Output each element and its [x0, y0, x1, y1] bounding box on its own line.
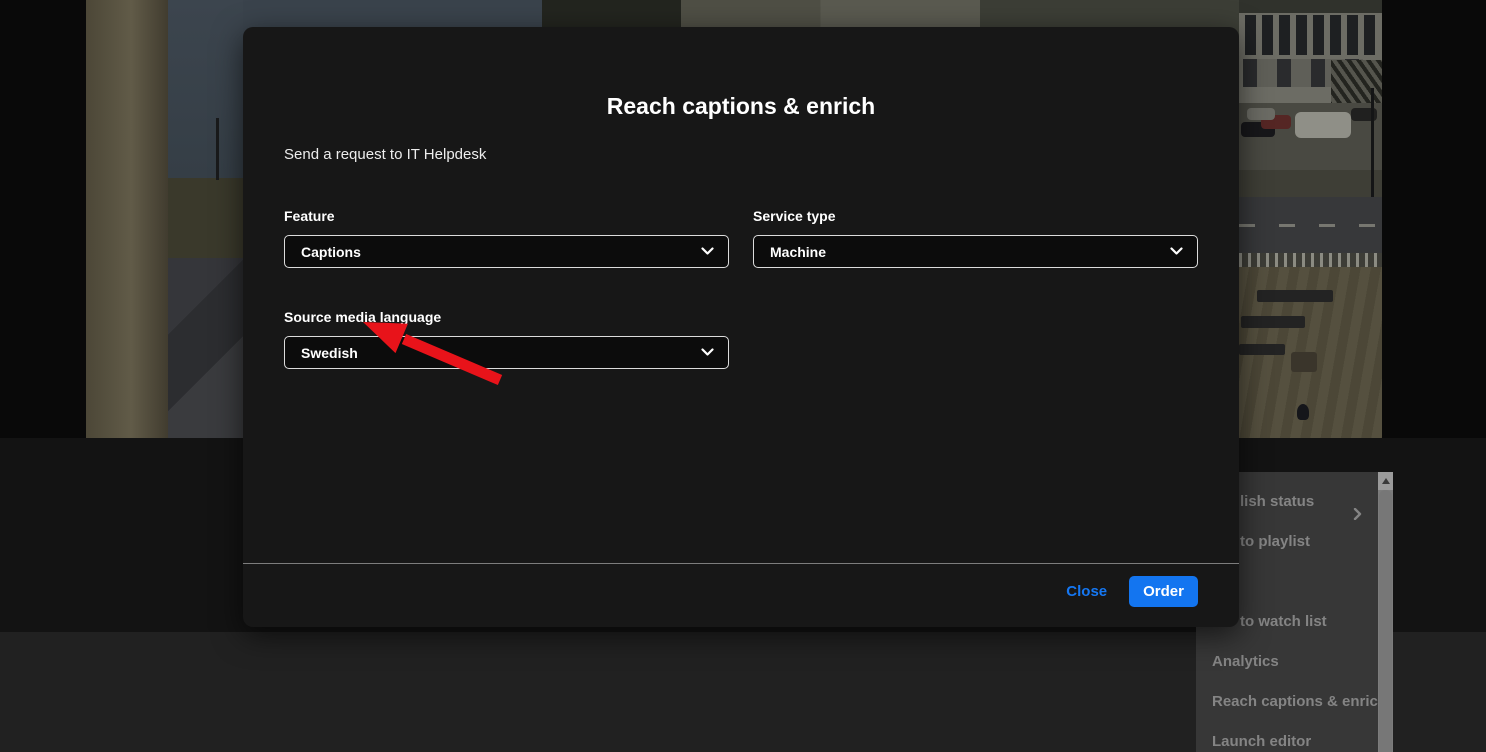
menu-scrollbar[interactable]: [1378, 472, 1393, 752]
fence: [1239, 253, 1382, 267]
campus-view: [1239, 0, 1382, 438]
modal-subtitle: Send a request to IT Helpdesk: [284, 146, 486, 163]
lake-water: [168, 0, 243, 178]
menu-item-analytics[interactable]: Analytics: [1196, 642, 1378, 682]
triangle-up-icon[interactable]: [1378, 472, 1393, 490]
screen: Clip of 2020020 By Jenny Madsen • Octobe…: [0, 0, 1486, 752]
reach-captions-modal: Reach captions & enrich Send a request t…: [243, 27, 1239, 627]
source-language-select[interactable]: Swedish: [284, 336, 729, 369]
feature-label: Feature: [284, 208, 729, 224]
scrollbar-thumb[interactable]: [1379, 490, 1392, 752]
picnic-bench: [1239, 344, 1285, 355]
letterbox-left: [0, 0, 86, 438]
feature-select-value: Captions: [301, 244, 361, 260]
picnic-bench: [1257, 290, 1333, 302]
order-button[interactable]: Order: [1129, 576, 1198, 607]
road-left: [168, 258, 243, 438]
car: [1247, 108, 1275, 120]
chevron-right-icon: [1353, 496, 1362, 522]
chevron-down-icon: [701, 247, 714, 256]
road-markings: [1239, 224, 1382, 227]
modal-footer: Close Order: [1066, 576, 1198, 607]
letterbox-right: [1382, 0, 1486, 438]
service-type-select-value: Machine: [770, 244, 826, 260]
picnic-bench: [1241, 316, 1305, 328]
service-type-field: Service type Machine: [753, 208, 1198, 268]
source-language-select-value: Swedish: [301, 345, 358, 361]
source-language-field: Source media language Swedish: [284, 309, 729, 369]
van: [1295, 112, 1351, 138]
grass-strip: [1239, 170, 1382, 197]
feature-field: Feature Captions: [284, 208, 729, 268]
menu-item-launch-editor[interactable]: Launch editor: [1196, 722, 1378, 752]
service-type-label: Service type: [753, 208, 1198, 224]
source-language-label: Source media language: [284, 309, 729, 325]
building-windows: [1245, 15, 1375, 55]
building-pillar: [86, 0, 168, 438]
shoreline: [168, 178, 243, 258]
modal-footer-divider: [243, 563, 1239, 564]
chevron-down-icon: [1170, 247, 1183, 256]
sign-pole: [216, 118, 219, 180]
pedestrian: [1297, 404, 1309, 420]
feature-select[interactable]: Captions: [284, 235, 729, 268]
modal-title: Reach captions & enrich: [243, 93, 1239, 120]
service-type-select[interactable]: Machine: [753, 235, 1198, 268]
staircase: [1331, 60, 1382, 108]
close-button[interactable]: Close: [1066, 583, 1107, 600]
chevron-down-icon: [701, 348, 714, 357]
chair: [1291, 352, 1317, 372]
lamp-pole: [1371, 88, 1374, 198]
menu-item-reach-captions[interactable]: Reach captions & enrich: [1196, 682, 1378, 722]
